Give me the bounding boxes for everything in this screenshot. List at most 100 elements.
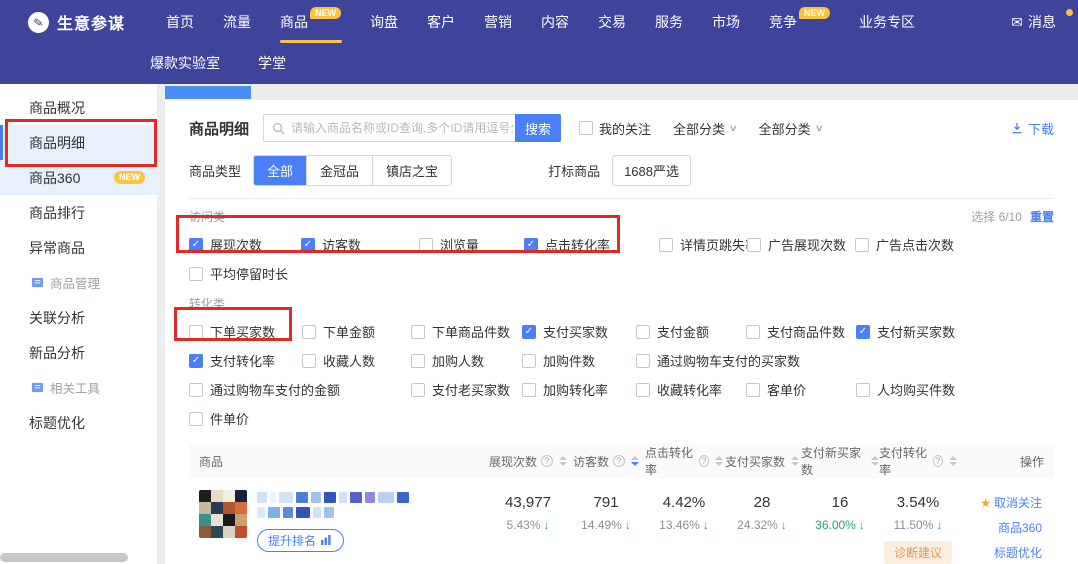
messages-button[interactable]: ✉ 消息: [1011, 12, 1056, 32]
product-type-shop-treasure[interactable]: 镇店之宝: [372, 156, 451, 185]
nav-item-market[interactable]: 市场: [712, 0, 740, 44]
filter-option-visit-0-0[interactable]: ✓展现次数: [189, 235, 301, 254]
checkbox-conversion-2-3[interactable]: [636, 383, 650, 397]
filter-option-conversion-2-3[interactable]: 收藏转化率: [636, 380, 746, 399]
search-button[interactable]: 搜索: [515, 114, 561, 142]
help-icon[interactable]: ?: [933, 455, 943, 467]
category-dropdown-2[interactable]: 全部分类 ∨: [759, 119, 823, 138]
column-header-6[interactable]: 支付转化率?: [879, 444, 957, 478]
nav-item-marketing[interactable]: 营销: [484, 0, 512, 44]
checkbox-conversion-1-0[interactable]: ✓: [189, 354, 203, 368]
product-type-gold-crown[interactable]: 金冠品: [306, 156, 372, 185]
reset-link[interactable]: 重置: [1030, 208, 1054, 225]
horizontal-scrollbar[interactable]: [0, 553, 128, 562]
sort-icons[interactable]: [791, 456, 799, 466]
action-link-1[interactable]: 商品360: [998, 519, 1042, 536]
filter-option-conversion-0-4[interactable]: 支付金额: [636, 322, 746, 341]
filter-option-conversion-3-0[interactable]: 件单价: [189, 409, 302, 428]
category-dropdown-1[interactable]: 全部分类 ∨: [673, 119, 737, 138]
checkbox-visit-0-6[interactable]: [855, 238, 869, 252]
filter-option-conversion-1-3[interactable]: 加购件数: [522, 351, 636, 370]
checkbox-conversion-0-2[interactable]: [411, 325, 425, 339]
checkbox-conversion-1-3[interactable]: [522, 354, 536, 368]
filter-option-conversion-0-3[interactable]: ✓支付买家数: [522, 322, 636, 341]
nav-item-service[interactable]: 服务: [655, 0, 683, 44]
diagnosis-suggestion-badge[interactable]: 诊断建议: [884, 541, 952, 564]
nav-item-traffic[interactable]: 流量: [223, 0, 251, 44]
my-follow-checkbox[interactable]: 我的关注: [579, 119, 651, 138]
nav-item-product[interactable]: 商品NEW: [280, 0, 341, 44]
filter-option-conversion-0-0[interactable]: 下单买家数: [189, 322, 302, 341]
sidebar-item-title-optimize[interactable]: 标题优化: [0, 405, 157, 440]
checkbox-conversion-0-5[interactable]: [746, 325, 760, 339]
checkbox-conversion-2-2[interactable]: [522, 383, 536, 397]
product-title-censored-line-1[interactable]: [257, 505, 409, 520]
column-header-4[interactable]: 支付买家数: [723, 453, 801, 470]
checkbox-conversion-0-6[interactable]: ✓: [856, 325, 870, 339]
filter-option-visit-0-1[interactable]: ✓访客数: [301, 235, 419, 254]
checkbox-visit-0-3[interactable]: ✓: [524, 238, 538, 252]
sidebar-item-product-360[interactable]: 商品360NEW: [0, 160, 157, 195]
checkbox-conversion-0-3[interactable]: ✓: [522, 325, 536, 339]
filter-option-conversion-2-0[interactable]: 通过购物车支付的金额: [189, 380, 302, 399]
nav-item-content[interactable]: 内容: [541, 0, 569, 44]
nav-item-trade[interactable]: 交易: [598, 0, 626, 44]
checkbox-my-follow[interactable]: [579, 121, 593, 135]
action-link-0[interactable]: ★取消关注: [980, 494, 1042, 511]
filter-option-visit-0-2[interactable]: 浏览量: [419, 235, 524, 254]
nav-item-inquiry[interactable]: 询盘: [370, 0, 398, 44]
checkbox-conversion-2-1[interactable]: [411, 383, 425, 397]
checkbox-conversion-0-4[interactable]: [636, 325, 650, 339]
subnav-item-hot-lab[interactable]: 爆款实验室: [150, 53, 220, 73]
app-logo[interactable]: ✎ 生意参谋: [28, 10, 166, 34]
checkbox-conversion-3-0[interactable]: [189, 412, 203, 426]
checkbox-visit-0-2[interactable]: [419, 238, 433, 252]
filter-option-conversion-2-5[interactable]: 人均购买件数: [856, 380, 1054, 399]
filter-option-conversion-1-0[interactable]: ✓支付转化率: [189, 351, 302, 370]
nav-item-customer[interactable]: 客户: [427, 0, 455, 44]
help-icon[interactable]: ?: [699, 455, 709, 467]
filter-option-conversion-0-2[interactable]: 下单商品件数: [411, 322, 522, 341]
sort-icons[interactable]: [631, 456, 639, 466]
filter-option-conversion-2-2[interactable]: 加购转化率: [522, 380, 636, 399]
tag-1688-button[interactable]: 1688严选: [612, 155, 691, 186]
subnav-item-school[interactable]: 学堂: [258, 53, 286, 73]
search-input[interactable]: [289, 115, 515, 141]
column-header-1[interactable]: 展现次数?: [489, 453, 567, 470]
sidebar-item-product-rank[interactable]: 商品排行: [0, 195, 157, 230]
sidebar-item-new-product-analysis[interactable]: 新品分析: [0, 335, 157, 370]
filter-option-visit-0-6[interactable]: 广告点击次数: [855, 235, 1054, 254]
filter-option-conversion-2-1[interactable]: 支付老买家数: [411, 380, 522, 399]
checkbox-conversion-1-2[interactable]: [411, 354, 425, 368]
checkbox-conversion-1-4[interactable]: [636, 354, 650, 368]
checkbox-visit-0-4[interactable]: [659, 238, 673, 252]
column-header-5[interactable]: 支付新买家数: [801, 444, 879, 478]
nav-item-compete[interactable]: 竞争NEW: [769, 0, 830, 44]
filter-option-visit-0-3[interactable]: ✓点击转化率: [524, 235, 659, 254]
product-title-censored-line-0[interactable]: [257, 490, 409, 505]
checkbox-conversion-2-5[interactable]: [856, 383, 870, 397]
filter-option-conversion-0-5[interactable]: 支付商品件数: [746, 322, 856, 341]
column-header-2[interactable]: 访客数?: [567, 453, 645, 470]
checkbox-visit-1-0[interactable]: [189, 267, 203, 281]
horizontal-scrollbar-top[interactable]: [165, 86, 251, 99]
sidebar-item-abnormal-product[interactable]: 异常商品: [0, 230, 157, 265]
filter-option-visit-0-5[interactable]: 广告展现次数: [747, 235, 855, 254]
filter-option-visit-1-0[interactable]: 平均停留时长: [189, 264, 301, 283]
filter-option-conversion-1-4[interactable]: 通过购物车支付的买家数: [636, 351, 746, 370]
filter-option-conversion-1-1[interactable]: 收藏人数: [302, 351, 411, 370]
filter-option-conversion-1-2[interactable]: 加购人数: [411, 351, 522, 370]
filter-option-conversion-0-1[interactable]: 下单金额: [302, 322, 411, 341]
sort-icons[interactable]: [715, 456, 723, 466]
sidebar-item-product-detail[interactable]: 商品明细: [0, 125, 157, 160]
help-icon[interactable]: ?: [613, 455, 625, 467]
checkbox-visit-0-1[interactable]: ✓: [301, 238, 315, 252]
product-image-censored[interactable]: [199, 490, 247, 538]
sidebar-item-product-manage[interactable]: 商品管理: [0, 265, 157, 300]
sidebar-item-related-tools[interactable]: 相关工具: [0, 370, 157, 405]
checkbox-conversion-0-1[interactable]: [302, 325, 316, 339]
nav-item-home[interactable]: 首页: [166, 0, 194, 44]
checkbox-conversion-2-0[interactable]: [189, 383, 203, 397]
sort-icons[interactable]: [559, 456, 567, 466]
product-type-all[interactable]: 全部: [254, 156, 306, 185]
